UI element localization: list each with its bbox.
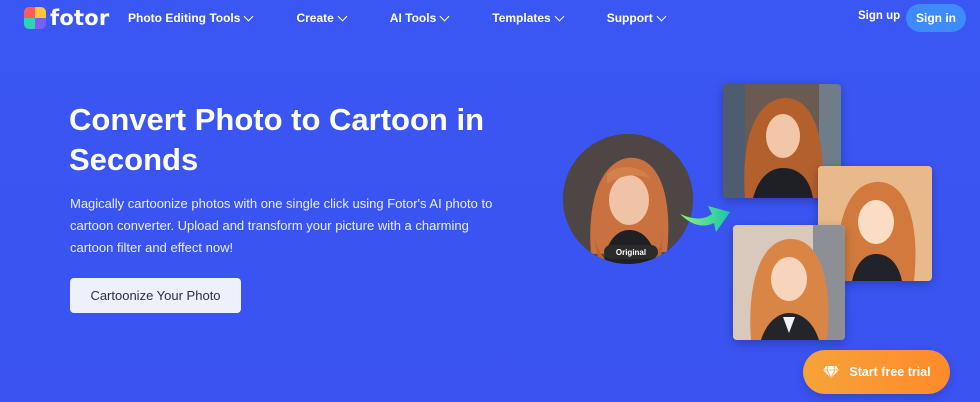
arrow-right-icon bbox=[680, 206, 730, 232]
chevron-down-icon bbox=[439, 11, 450, 21]
original-badge: Original bbox=[604, 245, 658, 259]
menu-label: AI Tools bbox=[389, 11, 437, 25]
brand-name: fotor bbox=[50, 6, 110, 30]
cartoon-result-3 bbox=[733, 225, 845, 340]
chevron-down-icon bbox=[656, 11, 667, 21]
menu-label: Photo Editing Tools bbox=[128, 11, 241, 25]
trial-label: Start free trial bbox=[849, 365, 931, 379]
chevron-down-icon bbox=[337, 11, 348, 21]
hero-title: Convert Photo to Cartoon in Seconds bbox=[69, 102, 485, 177]
start-free-trial-button[interactable]: Start free trial bbox=[803, 350, 950, 394]
menu-support[interactable]: Support bbox=[606, 11, 667, 25]
top-nav: fotor Photo Editing Tools Create AI Tool… bbox=[0, 0, 980, 36]
chevron-down-icon bbox=[554, 11, 565, 21]
menu-label: Templates bbox=[492, 11, 551, 25]
fotor-logo-mark-icon bbox=[24, 7, 46, 29]
chevron-down-icon bbox=[243, 11, 254, 21]
menu-templates[interactable]: Templates bbox=[492, 11, 565, 25]
page: fotor Photo Editing Tools Create AI Tool… bbox=[0, 0, 980, 402]
diamond-icon bbox=[823, 365, 840, 379]
menu-photo-editing-tools[interactable]: Photo Editing Tools bbox=[128, 11, 254, 25]
sign-up-link[interactable]: Sign up bbox=[858, 10, 900, 22]
main-menu: Photo Editing Tools Create AI Tools Temp… bbox=[128, 0, 667, 36]
cartoonize-photo-button[interactable]: Cartoonize Your Photo bbox=[70, 278, 241, 313]
menu-create[interactable]: Create bbox=[296, 11, 348, 25]
cartoon-portrait-illustration bbox=[733, 225, 845, 340]
hero-description: Magically cartoonize photos with one sin… bbox=[70, 196, 493, 255]
menu-label: Support bbox=[606, 11, 653, 25]
menu-ai-tools[interactable]: AI Tools bbox=[389, 11, 450, 25]
menu-label: Create bbox=[296, 11, 334, 25]
fotor-logo[interactable]: fotor bbox=[24, 7, 109, 29]
sign-in-button[interactable]: Sign in bbox=[906, 4, 966, 32]
